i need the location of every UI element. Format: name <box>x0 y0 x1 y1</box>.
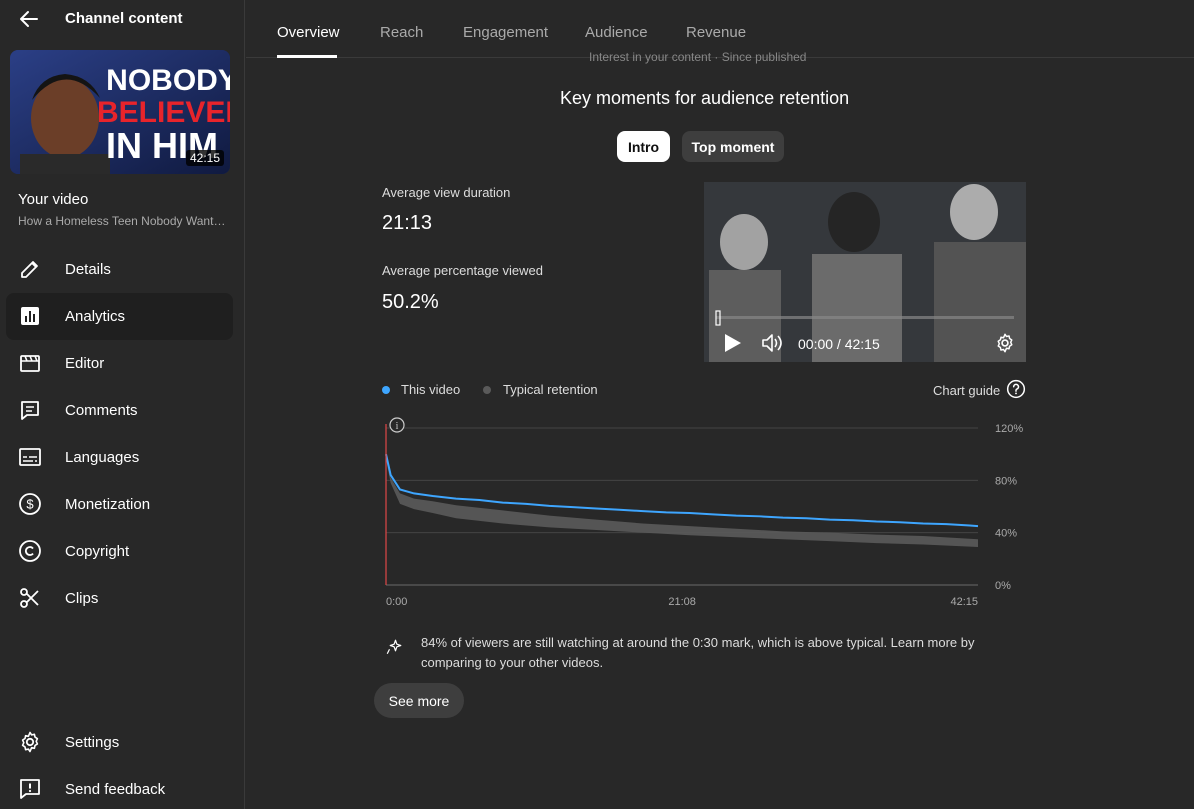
sidebar-item-analytics[interactable]: Analytics <box>6 293 233 340</box>
svg-text:$: $ <box>26 497 34 512</box>
tab-overview[interactable]: Overview <box>277 24 340 41</box>
video-player[interactable]: 00:00 / 42:15 <box>704 182 1026 362</box>
comment-icon <box>21 401 39 420</box>
sidebar-item-label: Details <box>65 261 111 278</box>
sparkle-icon <box>386 639 402 655</box>
avg-pct-viewed-value: 50.2% <box>382 291 439 313</box>
active-tab-indicator <box>277 55 337 58</box>
sidebar-item-settings[interactable]: Settings <box>6 719 233 766</box>
video-thumbnail[interactable]: NOBODY BELIEVED IN HIM 42:15 <box>10 50 230 174</box>
section-title: Key moments for audience retention <box>560 88 850 108</box>
pencil-icon <box>21 261 38 278</box>
gear-icon <box>21 731 39 753</box>
chip-intro[interactable]: Intro <box>617 131 670 162</box>
sidebar-item-label: Editor <box>65 355 105 372</box>
chip-top-moment[interactable]: Top moment <box>682 131 784 162</box>
sidebar: Channel content NOBODY BELIEVED IN HIM 4… <box>0 0 245 809</box>
your-video-label: Your video <box>18 191 89 208</box>
tab-revenue[interactable]: Revenue <box>686 24 746 41</box>
sidebar-item-label: Analytics <box>65 308 126 325</box>
sidebar-item-label: Send feedback <box>65 781 166 798</box>
sidebar-item-send-feedback[interactable]: Send feedback <box>6 766 233 809</box>
y-tick-label: 80% <box>995 475 1017 487</box>
sidebar-item-label: Settings <box>65 734 120 751</box>
sidebar-item-languages[interactable]: Languages <box>6 434 233 481</box>
subtitles-icon <box>19 448 41 466</box>
sidebar-item-label: Clips <box>65 590 99 607</box>
x-tick-label: 0:00 <box>386 596 407 608</box>
feedback-icon <box>20 779 40 799</box>
avg-view-duration-label: Average view duration <box>382 185 511 200</box>
play-icon[interactable] <box>723 332 743 354</box>
clapperboard-icon <box>20 355 40 372</box>
section-subtitle-partial: Interest in your content · Since publish… <box>589 50 807 64</box>
legend-dot-typical <box>483 386 491 394</box>
typical-retention-band <box>386 456 978 548</box>
player-time: 00:00 / 42:15 <box>798 336 880 352</box>
volume-icon[interactable] <box>761 332 785 354</box>
avg-pct-viewed-label: Average percentage viewed <box>382 263 543 278</box>
sidebar-item-editor[interactable]: Editor <box>6 340 233 387</box>
sidebar-item-label: Monetization <box>65 496 151 513</box>
thumbnail-line1: NOBODY <box>106 64 230 97</box>
player-settings-icon[interactable] <box>994 332 1016 354</box>
copyright-icon <box>19 540 41 562</box>
legend-this-video: This video <box>401 382 461 397</box>
video-title: How a Homeless Teen Nobody Wanted... <box>18 214 228 228</box>
retention-chart: 120% 80% 40% 0% 0:00 21:08 42:15 i <box>385 417 1023 608</box>
tab-engagement[interactable]: Engagement <box>463 24 548 41</box>
chart-guide-link[interactable]: Chart guide <box>933 383 1000 398</box>
y-tick-label: 0% <box>995 580 1011 592</box>
scissors-icon <box>20 588 39 608</box>
sidebar-item-label: Languages <box>65 449 140 466</box>
y-tick-label: 120% <box>995 423 1023 435</box>
sidebar-item-clips[interactable]: Clips <box>6 575 233 622</box>
player-frame <box>704 182 1026 362</box>
x-tick-label: 42:15 <box>950 596 978 608</box>
help-icon[interactable] <box>1006 379 1026 399</box>
x-tick-label: 21:08 <box>668 596 696 608</box>
sidebar-title: Channel content <box>65 10 183 27</box>
tab-reach[interactable]: Reach <box>380 24 423 41</box>
legend-dot-this-video <box>382 386 390 394</box>
sidebar-item-comments[interactable]: Comments <box>6 387 233 434</box>
back-arrow-icon[interactable] <box>17 7 41 31</box>
avg-view-duration-value: 21:13 <box>382 212 433 234</box>
thumbnail-duration: 42:15 <box>185 150 224 166</box>
sidebar-item-label: Comments <box>65 402 138 419</box>
analytics-icon <box>21 307 39 325</box>
sidebar-item-copyright[interactable]: Copyright <box>6 528 233 575</box>
tab-audience[interactable]: Audience <box>585 24 648 41</box>
sidebar-item-monetization[interactable]: $ Monetization <box>6 481 233 528</box>
sidebar-item-details[interactable]: Details <box>6 246 233 293</box>
y-tick-label: 40% <box>995 528 1017 540</box>
sidebar-item-label: Copyright <box>65 543 130 560</box>
dollar-icon: $ <box>19 493 41 515</box>
insight-text: 84% of viewers are still watching at aro… <box>421 635 975 670</box>
sidebar-header: Channel content <box>0 0 245 38</box>
see-more-button[interactable]: See more <box>374 683 464 718</box>
info-icon-glyph: i <box>396 421 399 432</box>
legend-typical: Typical retention <box>503 382 598 397</box>
